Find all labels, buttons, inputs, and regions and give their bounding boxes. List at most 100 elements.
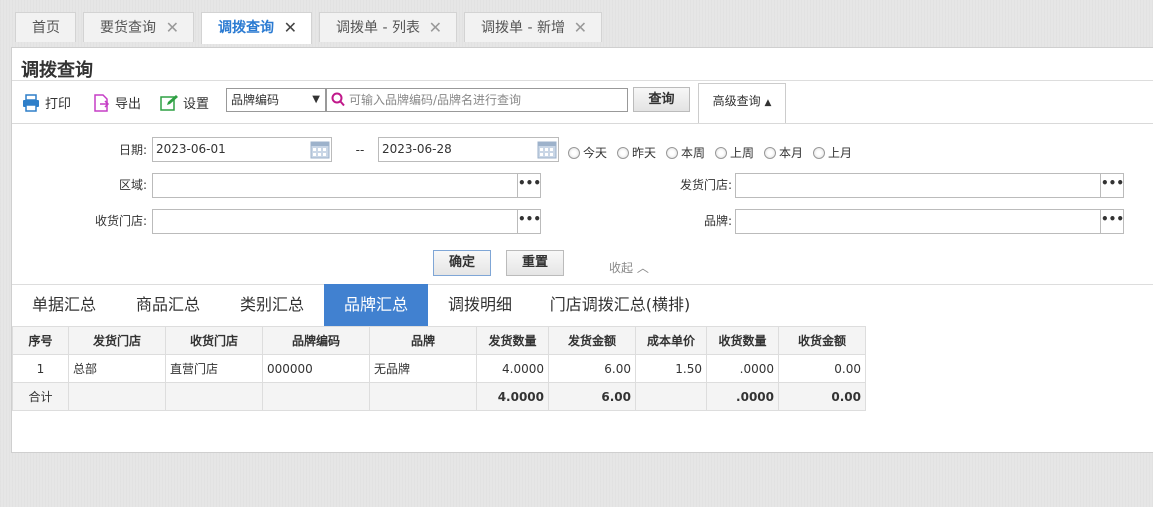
table-cell: 000000 — [262, 354, 370, 383]
date-from-field[interactable]: 2023-06-01 — [152, 137, 332, 162]
radio-icon — [568, 147, 580, 159]
tab-transfer-list[interactable]: 调拨单 - 列表 ✕ — [319, 12, 457, 42]
radio-last-month[interactable]: 上月 — [813, 144, 852, 162]
more-icon[interactable]: ••• — [1100, 174, 1124, 197]
search-placeholder: 可输入品牌编码/品牌名进行查询 — [349, 93, 522, 107]
radio-label: 上月 — [828, 146, 853, 160]
radio-last-week[interactable]: 上周 — [715, 144, 754, 162]
calendar-icon[interactable] — [537, 140, 557, 159]
tab-category-summary[interactable]: 类别汇总 — [220, 284, 324, 326]
tab-store-transfer-summary[interactable]: 门店调拨汇总(横排) — [532, 284, 708, 326]
more-icon[interactable]: ••• — [1100, 210, 1124, 233]
export-icon — [94, 94, 110, 112]
close-icon[interactable]: ✕ — [429, 13, 442, 43]
collapse-button[interactable]: 收起 ︿ — [609, 259, 649, 276]
summary-tabs: 单据汇总 商品汇总 类别汇总 品牌汇总 调拨明细 门店调拨汇总(横排) — [12, 284, 1153, 326]
table-header-row: 序号 发货门店 收货门店 品牌编码 品牌 发货数量 发货金额 成本单价 收货数量… — [12, 326, 866, 355]
column-header[interactable]: 收货金额 — [778, 326, 866, 355]
table-cell: 直营门店 — [165, 354, 263, 383]
confirm-button[interactable]: 确定 — [433, 250, 491, 276]
table-row[interactable]: 1 总部 直营门店 000000 无品牌 4.0000 6.00 1.50 .0… — [12, 354, 866, 383]
date-to-value: 2023-06-28 — [382, 142, 452, 156]
tab-document-summary[interactable]: 单据汇总 — [12, 284, 116, 326]
close-icon[interactable]: ✕ — [284, 13, 297, 43]
tab-transfer-query[interactable]: 调拨查询 ✕ — [201, 12, 312, 44]
search-icon — [331, 92, 345, 107]
search-field-select[interactable]: 品牌编码 ▼ — [226, 88, 326, 112]
tab-brand-summary[interactable]: 品牌汇总 — [324, 284, 428, 326]
export-label: 导出 — [115, 97, 142, 112]
tab-label: 首页 — [32, 20, 60, 36]
date-to-field[interactable]: 2023-06-28 — [378, 137, 559, 162]
advanced-label: 高级查询 — [712, 94, 761, 108]
tab-transfer-new[interactable]: 调拨单 - 新增 ✕ — [464, 12, 602, 42]
table-cell: 1.50 — [635, 354, 707, 383]
tab-label: 调拨单 - 新增 — [481, 20, 565, 36]
column-header[interactable]: 序号 — [12, 326, 69, 355]
radio-today[interactable]: 今天 — [568, 144, 607, 162]
advanced-query-button[interactable]: 高级查询 ▲ — [698, 83, 786, 123]
collapse-label: 收起 — [609, 261, 634, 275]
table-cell — [635, 382, 707, 411]
date-from-value: 2023-06-01 — [156, 142, 226, 156]
table-cell: 总部 — [68, 354, 166, 383]
chevron-up-icon: ︿ — [636, 261, 649, 275]
column-header[interactable]: 成本单价 — [635, 326, 707, 355]
search-input[interactable]: 可输入品牌编码/品牌名进行查询 — [326, 88, 628, 112]
tab-requisition-query[interactable]: 要货查询 ✕ — [83, 12, 194, 42]
column-header[interactable]: 发货金额 — [548, 326, 636, 355]
tab-home[interactable]: 首页 — [15, 12, 76, 42]
tab-transfer-detail[interactable]: 调拨明细 — [428, 284, 532, 326]
radio-this-month[interactable]: 本月 — [764, 144, 803, 162]
column-header[interactable]: 品牌 — [369, 326, 477, 355]
region-field[interactable]: ••• — [152, 173, 541, 198]
radio-icon — [715, 147, 727, 159]
main-panel: 调拨查询 打印 导出 设置 品牌编码 ▼ 可输入品牌编码/品牌名进行查询 查询 高… — [11, 47, 1153, 453]
divider — [12, 80, 1153, 81]
radio-label: 本周 — [681, 146, 706, 160]
print-label: 打印 — [45, 97, 72, 112]
tab-label: 调拨查询 — [218, 20, 274, 36]
brand-label: 品牌: — [703, 214, 732, 228]
printer-icon — [23, 94, 39, 112]
table-total-row: 合计 4.0000 6.00 .0000 0.00 — [12, 382, 866, 411]
tab-product-summary[interactable]: 商品汇总 — [116, 284, 220, 326]
radio-icon — [617, 147, 629, 159]
column-header[interactable]: 收货门店 — [165, 326, 263, 355]
table-cell — [68, 382, 166, 411]
edit-icon — [160, 95, 178, 111]
tab-label: 要货查询 — [100, 20, 156, 36]
more-icon[interactable]: ••• — [517, 210, 541, 233]
print-button[interactable]: 打印 — [22, 94, 71, 116]
radio-this-week[interactable]: 本周 — [666, 144, 705, 162]
tab-label: 调拨单 - 列表 — [336, 20, 420, 36]
table-cell: 0.00 — [778, 382, 866, 411]
column-header[interactable]: 发货数量 — [476, 326, 549, 355]
settings-button[interactable]: 设置 — [160, 94, 209, 116]
radio-icon — [764, 147, 776, 159]
more-icon[interactable]: ••• — [517, 174, 541, 197]
query-button[interactable]: 查询 — [633, 87, 690, 112]
table-cell: 4.0000 — [476, 354, 549, 383]
table-cell — [369, 382, 477, 411]
table-cell: 1 — [12, 354, 69, 383]
radio-label: 本月 — [779, 146, 804, 160]
reset-button[interactable]: 重置 — [506, 250, 564, 276]
column-header[interactable]: 品牌编码 — [262, 326, 370, 355]
brand-field[interactable]: ••• — [735, 209, 1124, 234]
export-button[interactable]: 导出 — [92, 94, 141, 116]
close-icon[interactable]: ✕ — [574, 13, 587, 43]
table-cell: .0000 — [706, 382, 779, 411]
table-cell — [262, 382, 370, 411]
radio-yesterday[interactable]: 昨天 — [617, 144, 656, 162]
radio-icon — [813, 147, 825, 159]
column-header[interactable]: 发货门店 — [68, 326, 166, 355]
toolbar: 打印 导出 设置 品牌编码 ▼ 可输入品牌编码/品牌名进行查询 查询 高级查询 ▲ — [12, 83, 1153, 124]
ship-store-field[interactable]: ••• — [735, 173, 1124, 198]
table-cell: .0000 — [706, 354, 779, 383]
recv-store-field[interactable]: ••• — [152, 209, 541, 234]
calendar-icon[interactable] — [310, 140, 330, 159]
column-header[interactable]: 收货数量 — [706, 326, 779, 355]
radio-icon — [666, 147, 678, 159]
close-icon[interactable]: ✕ — [166, 13, 179, 43]
